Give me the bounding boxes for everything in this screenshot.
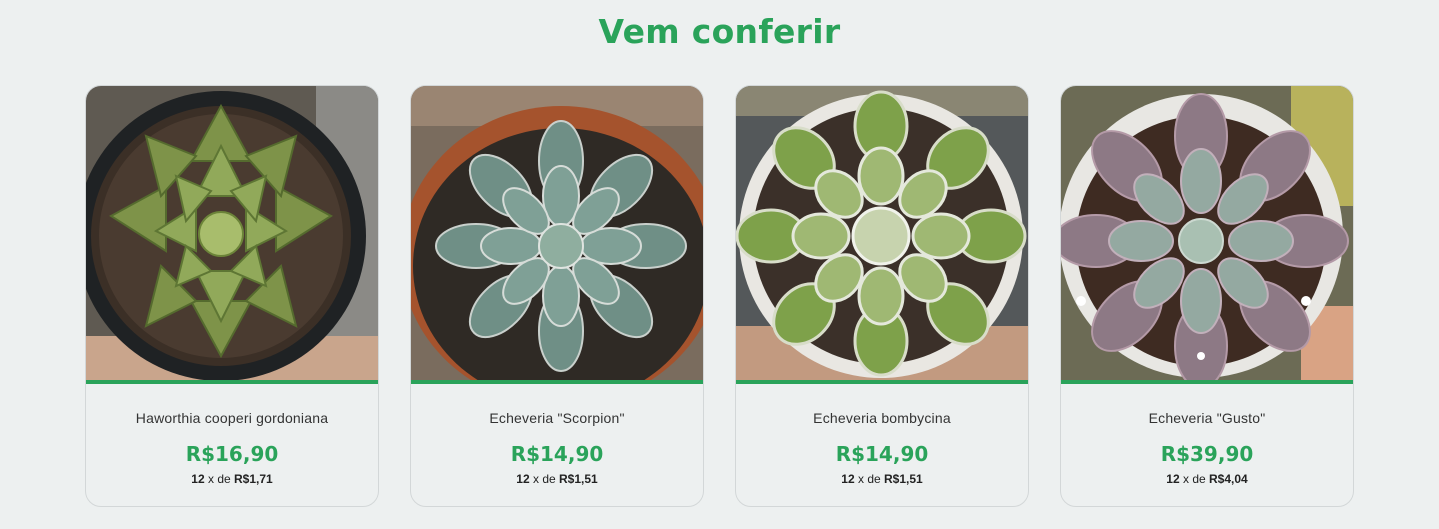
product-card[interactable]: Echeveria "Gusto" R$39,90 12 x de R$4,04 [1060, 85, 1354, 507]
installment-info: 12 x de R$1,71 [86, 472, 378, 486]
product-image[interactable] [411, 86, 703, 384]
installment-count: 12 [1166, 472, 1180, 486]
product-card[interactable]: Echeveria "Scorpion" R$14,90 12 x de R$1… [410, 85, 704, 507]
installment-info: 12 x de R$1,51 [411, 472, 703, 486]
installment-count: 12 [516, 472, 530, 486]
product-price: R$39,90 [1160, 442, 1254, 466]
product-price: R$16,90 [185, 442, 279, 466]
product-card-list: Haworthia cooperi gordoniana R$16,90 12 … [85, 85, 1354, 507]
product-price: R$14,90 [835, 442, 929, 466]
section-title: Vem conferir [598, 12, 841, 51]
echeveria-bombycina-photo [736, 86, 1028, 380]
product-info: Haworthia cooperi gordoniana R$16,90 12 … [86, 384, 378, 486]
product-name[interactable]: Echeveria "Gusto" [1061, 410, 1353, 426]
installment-separator: x de [207, 472, 231, 486]
product-image[interactable] [736, 86, 1028, 384]
echeveria-gusto-photo [1061, 86, 1353, 380]
product-showcase-section: Vem conferir Haworthia cooperi gordonian… [0, 0, 1439, 529]
installment-separator: x de [857, 472, 881, 486]
installment-value: R$1,71 [234, 472, 273, 486]
installment-value: R$4,04 [1209, 472, 1248, 486]
product-image[interactable] [1061, 86, 1353, 384]
product-name[interactable]: Echeveria bombycina [736, 410, 1028, 426]
haworthia-succulent-photo [86, 86, 378, 380]
product-info: Echeveria "Scorpion" R$14,90 12 x de R$1… [411, 384, 703, 486]
product-name[interactable]: Echeveria "Scorpion" [411, 410, 703, 426]
product-name[interactable]: Haworthia cooperi gordoniana [86, 410, 378, 426]
installment-count: 12 [841, 472, 855, 486]
product-card[interactable]: Haworthia cooperi gordoniana R$16,90 12 … [85, 85, 379, 507]
installment-separator: x de [532, 472, 556, 486]
product-price: R$14,90 [510, 442, 604, 466]
installment-value: R$1,51 [559, 472, 598, 486]
installment-info: 12 x de R$4,04 [1061, 472, 1353, 486]
echeveria-scorpion-photo [411, 86, 703, 380]
installment-value: R$1,51 [884, 472, 923, 486]
product-image[interactable] [86, 86, 378, 384]
installment-separator: x de [1182, 472, 1206, 486]
product-info: Echeveria "Gusto" R$39,90 12 x de R$4,04 [1061, 384, 1353, 486]
installment-info: 12 x de R$1,51 [736, 472, 1028, 486]
product-card[interactable]: Echeveria bombycina R$14,90 12 x de R$1,… [735, 85, 1029, 507]
installment-count: 12 [191, 472, 205, 486]
product-info: Echeveria bombycina R$14,90 12 x de R$1,… [736, 384, 1028, 486]
